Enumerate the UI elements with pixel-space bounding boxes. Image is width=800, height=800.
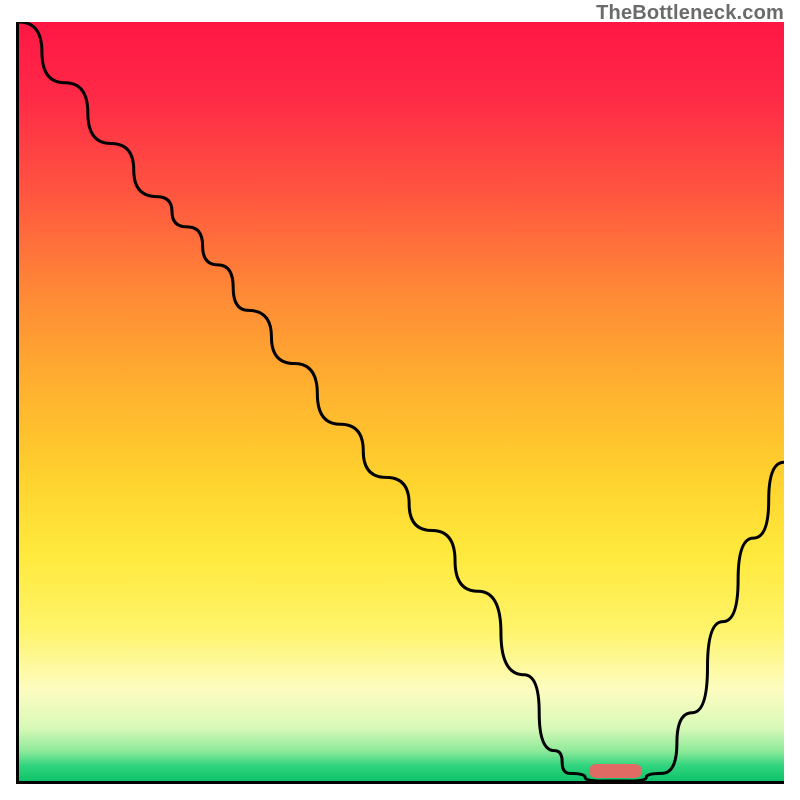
x-axis	[16, 781, 784, 784]
y-axis	[16, 22, 19, 784]
optimal-marker	[589, 764, 643, 778]
bottleneck-curve	[19, 22, 784, 781]
chart-container	[16, 22, 784, 784]
chart-curve-svg	[19, 22, 784, 781]
